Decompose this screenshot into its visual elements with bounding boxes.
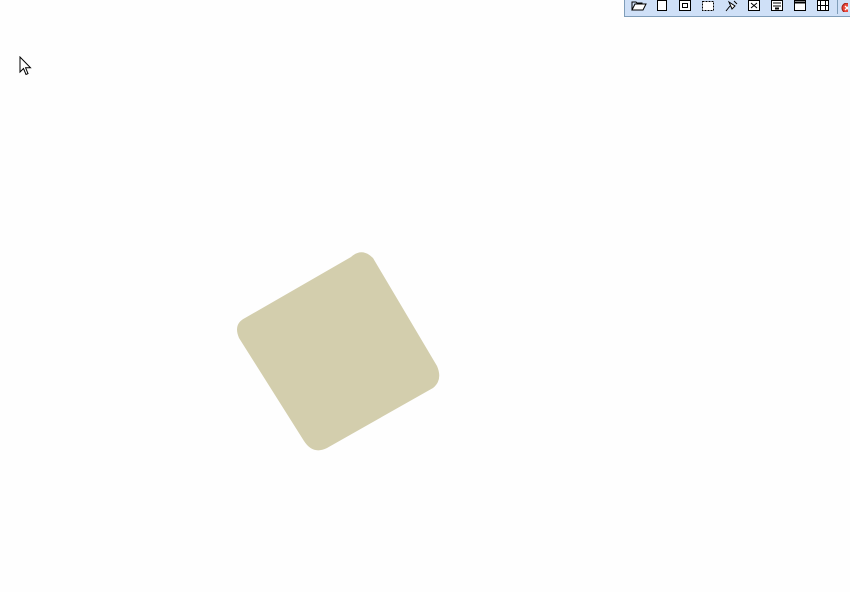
- toolbar-separator: [837, 0, 838, 14]
- dialog-icon[interactable]: [767, 0, 787, 12]
- arrow-cursor-icon: [19, 55, 33, 76]
- open-folder-icon[interactable]: [629, 0, 649, 12]
- film-icon[interactable]: [813, 0, 833, 12]
- floating-toolbar: [624, 0, 850, 17]
- pin-icon[interactable]: [721, 0, 741, 12]
- grid-icon[interactable]: [744, 0, 764, 12]
- page-icon[interactable]: [652, 0, 672, 12]
- close-icon[interactable]: [840, 0, 848, 12]
- rotated-rounded-square[interactable]: [236, 245, 441, 452]
- frame-icon[interactable]: [675, 0, 695, 12]
- window-icon[interactable]: [790, 0, 810, 12]
- drawing-canvas[interactable]: [0, 0, 850, 592]
- dashed-rect-icon[interactable]: [698, 0, 718, 12]
